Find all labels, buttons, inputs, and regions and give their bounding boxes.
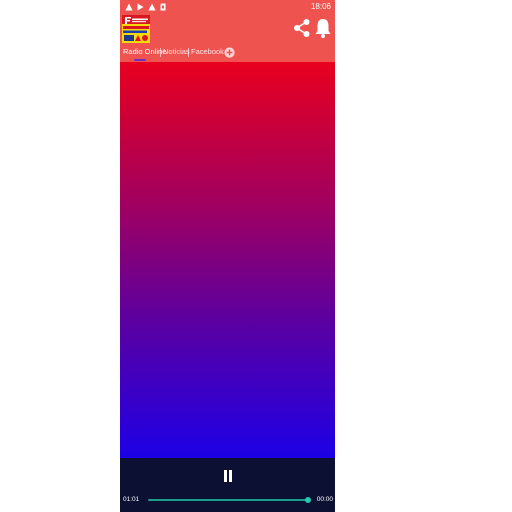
- phone-screen: 18:06 Radio Online Noticias Facebook 01:…: [120, 0, 335, 512]
- seek-bar[interactable]: [148, 499, 308, 501]
- tab-selected-indicator: [134, 59, 146, 61]
- share-icon[interactable]: [292, 18, 312, 38]
- total-time: 00:00: [316, 496, 333, 503]
- bell-icon[interactable]: [314, 17, 332, 39]
- play-store-icon: [137, 3, 144, 11]
- elapsed-time: 01:01: [123, 496, 140, 503]
- player-background: [120, 62, 335, 458]
- tab-divider: [160, 48, 161, 57]
- status-icons: [125, 2, 166, 12]
- warning-icon: [125, 3, 133, 11]
- tab-noticias[interactable]: Noticias: [163, 47, 190, 57]
- status-bar: 18:06: [120, 0, 335, 14]
- status-time: 18:06: [310, 2, 331, 11]
- pause-icon[interactable]: [221, 468, 235, 484]
- tab-divider: [188, 48, 189, 57]
- seek-handle[interactable]: [305, 497, 311, 503]
- tab-facebook[interactable]: Facebook: [191, 47, 224, 57]
- app-bar: [120, 14, 335, 44]
- sd-card-icon: [160, 3, 166, 11]
- station-logo-icon[interactable]: [122, 15, 150, 43]
- tab-bar: Radio Online Noticias Facebook: [120, 44, 335, 62]
- plus-circle-icon[interactable]: [224, 47, 235, 58]
- warning-icon: [148, 3, 156, 11]
- player-controls: 01:01 00:00: [120, 458, 335, 512]
